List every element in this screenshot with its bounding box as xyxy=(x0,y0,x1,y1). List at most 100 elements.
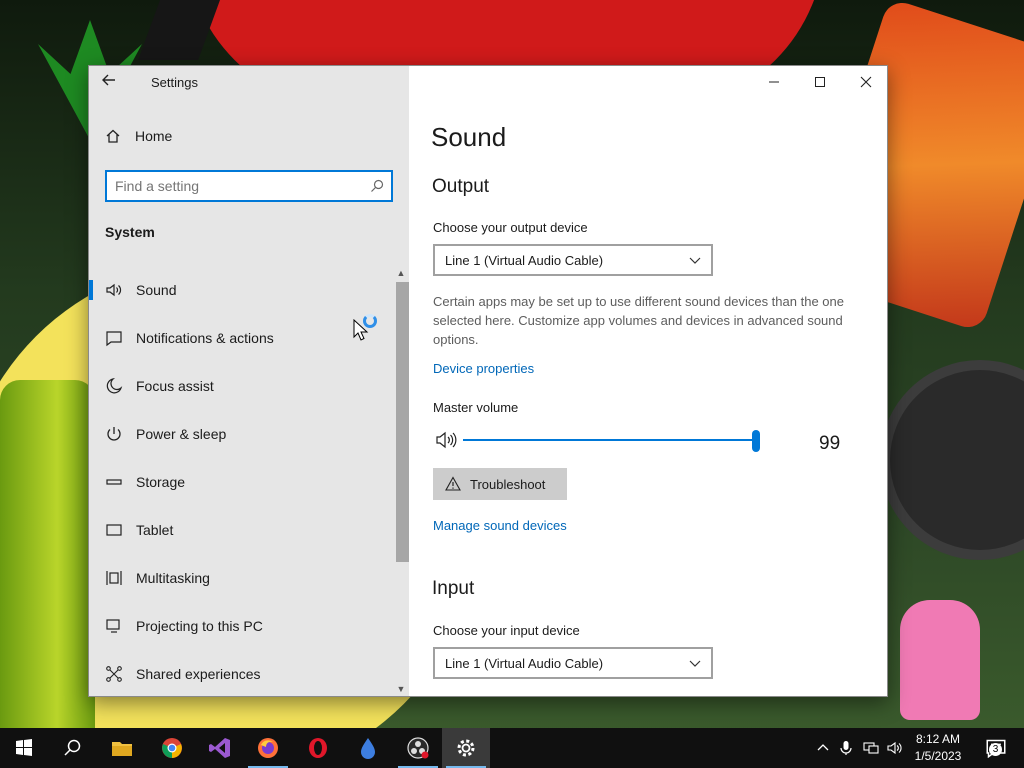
sidebar: Settings Home System Sound Notifications… xyxy=(89,66,411,696)
sidebar-item-label: Tablet xyxy=(136,522,174,538)
minimize-button[interactable] xyxy=(751,66,797,98)
microphone-icon xyxy=(840,741,852,755)
output-device-value: Line 1 (Virtual Audio Cable) xyxy=(445,252,604,268)
master-volume-slider[interactable] xyxy=(463,430,763,452)
obs-icon xyxy=(407,737,429,759)
device-properties-link[interactable]: Device properties xyxy=(433,361,534,376)
page-title: Sound xyxy=(431,122,507,152)
search-box[interactable] xyxy=(105,170,393,202)
main-content: Sound Output Choose your output device L… xyxy=(409,66,887,696)
sidebar-item-projecting[interactable]: Projecting to this PC xyxy=(89,602,393,650)
sidebar-item-label: Projecting to this PC xyxy=(136,618,263,634)
scroll-down-arrow-icon[interactable]: ▼ xyxy=(393,682,409,696)
start-button[interactable] xyxy=(0,728,48,768)
sidebar-item-label: Sound xyxy=(136,282,177,298)
taskbar-chrome[interactable] xyxy=(148,728,196,768)
taskbar-visual-studio[interactable] xyxy=(196,728,244,768)
input-device-select[interactable]: Line 1 (Virtual Audio Cable) xyxy=(433,647,713,679)
firefox-icon xyxy=(258,738,278,758)
home-icon xyxy=(106,129,120,143)
sidebar-item-focus-assist[interactable]: Focus assist xyxy=(89,362,393,410)
home-link[interactable]: Home xyxy=(105,128,172,144)
close-icon xyxy=(860,76,872,88)
back-arrow-icon xyxy=(102,74,115,86)
wallpaper-bottle xyxy=(0,380,95,728)
search-input[interactable] xyxy=(115,176,365,196)
opera-icon xyxy=(309,738,327,758)
taskbar-settings[interactable] xyxy=(442,728,490,768)
sidebar-item-multitasking[interactable]: Multitasking xyxy=(89,554,393,602)
sidebar-item-label: Shared experiences xyxy=(136,666,261,682)
master-volume-label: Master volume xyxy=(433,400,519,415)
volume-tray-icon xyxy=(887,741,902,755)
volume-icon[interactable] xyxy=(435,430,457,450)
app-icon xyxy=(361,738,375,759)
taskbar-firefox[interactable] xyxy=(244,728,292,768)
sidebar-item-label: Storage xyxy=(136,474,186,490)
wallpaper-pink-object xyxy=(900,600,980,720)
master-volume-value: 99 xyxy=(819,433,841,454)
sidebar-item-label: Multitasking xyxy=(136,570,210,586)
taskbar-file-explorer[interactable] xyxy=(98,728,146,768)
sidebar-nav: Sound Notifications & actions Focus assi… xyxy=(89,266,393,696)
wallpaper-disc xyxy=(880,360,1024,560)
settings-window: Settings Home System Sound Notifications… xyxy=(88,65,888,697)
volume-tray-button[interactable] xyxy=(885,728,905,768)
power-icon xyxy=(107,427,121,441)
taskbar-app[interactable] xyxy=(344,728,392,768)
search-icon xyxy=(64,739,81,756)
sidebar-item-sound[interactable]: Sound xyxy=(89,266,393,314)
network-icon xyxy=(863,742,879,754)
sidebar-item-label: Power & sleep xyxy=(136,426,227,442)
output-device-label: Choose your output device xyxy=(433,220,588,235)
multitasking-icon xyxy=(106,571,122,585)
file-explorer-icon xyxy=(112,742,132,756)
search-button[interactable] xyxy=(48,728,96,768)
scroll-up-arrow-icon[interactable]: ▲ xyxy=(393,266,409,280)
taskbar-obs[interactable] xyxy=(394,728,442,768)
input-heading: Input xyxy=(432,578,475,599)
sidebar-scrollbar[interactable]: ▲ ▼ xyxy=(393,266,411,696)
settings-icon xyxy=(457,739,475,757)
taskbar-opera[interactable] xyxy=(294,728,342,768)
taskbar-clock[interactable]: 8:12 AM 1/5/2023 xyxy=(908,731,968,765)
home-label: Home xyxy=(135,128,173,144)
moon-icon xyxy=(106,377,123,394)
network-tray-button[interactable] xyxy=(861,728,881,768)
notifications-icon xyxy=(106,331,122,347)
sidebar-item-storage[interactable]: Storage xyxy=(89,458,393,506)
sidebar-item-tablet[interactable]: Tablet xyxy=(89,506,393,554)
maximize-button[interactable] xyxy=(797,66,843,98)
start-icon xyxy=(16,739,32,756)
back-button[interactable] xyxy=(101,72,125,92)
output-description: Certain apps may be set up to use differ… xyxy=(433,294,844,347)
minimize-icon xyxy=(769,81,779,83)
manage-sound-devices-link[interactable]: Manage sound devices xyxy=(433,518,567,533)
window-title: Settings xyxy=(151,75,198,90)
output-device-select[interactable]: Line 1 (Virtual Audio Cable) xyxy=(433,244,713,276)
search-icon[interactable] xyxy=(369,178,385,194)
chevron-down-icon xyxy=(689,257,701,264)
clock-date: 1/5/2023 xyxy=(914,749,962,763)
chevron-down-icon xyxy=(689,660,701,667)
sidebar-item-power-sleep[interactable]: Power & sleep xyxy=(89,410,393,458)
sidebar-item-label: Notifications & actions xyxy=(136,330,274,346)
troubleshoot-label: Troubleshoot xyxy=(470,476,546,492)
taskbar: 8:12 AM 1/5/2023 3 xyxy=(0,728,1024,768)
slider-track xyxy=(463,439,756,441)
projecting-icon xyxy=(106,619,120,633)
microphone-tray-button[interactable] xyxy=(837,728,855,768)
troubleshoot-button[interactable]: Troubleshoot xyxy=(433,468,567,500)
sidebar-item-notifications[interactable]: Notifications & actions xyxy=(89,314,393,362)
chevron-up-icon xyxy=(817,744,829,751)
storage-icon xyxy=(106,479,122,485)
sidebar-item-shared-experiences[interactable]: Shared experiences xyxy=(89,650,393,696)
warning-icon xyxy=(445,476,461,491)
section-label-system: System xyxy=(105,224,155,240)
busy-indicator-icon xyxy=(363,314,377,328)
maximize-icon xyxy=(815,77,825,87)
slider-thumb[interactable] xyxy=(752,430,760,452)
close-button[interactable] xyxy=(843,66,887,98)
show-hidden-icons-button[interactable] xyxy=(814,728,832,768)
input-device-value: Line 1 (Virtual Audio Cable) xyxy=(445,655,604,671)
